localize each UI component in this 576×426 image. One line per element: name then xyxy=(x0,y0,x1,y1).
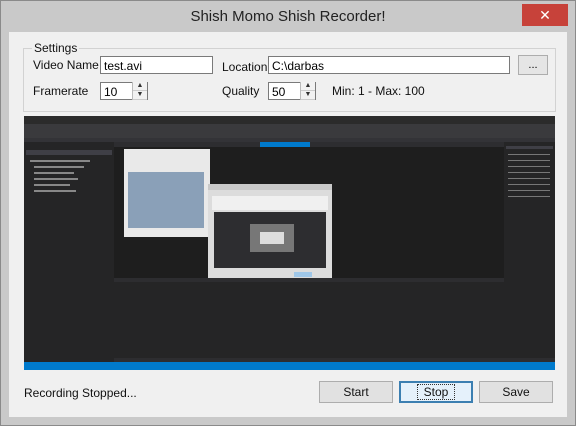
browse-button[interactable]: ... xyxy=(518,55,548,75)
framerate-stepper[interactable]: 10 ▲ ▼ xyxy=(100,82,148,100)
start-button[interactable]: Start xyxy=(319,381,393,403)
video-name-input[interactable]: test.avi xyxy=(100,56,213,74)
quality-value: 50 xyxy=(272,85,286,99)
preview-image xyxy=(24,116,555,370)
status-text: Recording Stopped... xyxy=(24,386,137,400)
location-label: Location xyxy=(222,60,268,74)
recorder-window: Shish Momo Shish Recorder! ✕ Settings Vi… xyxy=(0,0,576,426)
stop-button[interactable]: Stop xyxy=(399,381,473,403)
save-button[interactable]: Save xyxy=(479,381,553,403)
window-title: Shish Momo Shish Recorder! xyxy=(190,8,386,25)
close-icon[interactable]: ✕ xyxy=(522,4,568,26)
quality-stepper[interactable]: 50 ▲ ▼ xyxy=(268,82,316,100)
quality-label: Quality xyxy=(222,84,260,98)
client-area: Settings Video Name test.avi Location C:… xyxy=(9,32,567,417)
framerate-label: Framerate xyxy=(33,84,89,98)
framerate-value: 10 xyxy=(104,85,118,99)
quality-range-text: Min: 1 - Max: 100 xyxy=(332,84,425,98)
spin-down-icon[interactable]: ▼ xyxy=(133,91,147,100)
title-bar[interactable]: Shish Momo Shish Recorder! ✕ xyxy=(1,1,575,32)
framerate-spin[interactable]: ▲ ▼ xyxy=(132,82,147,100)
video-name-label: Video Name xyxy=(33,58,99,72)
settings-group-label: Settings xyxy=(32,41,80,55)
settings-group: Settings Video Name test.avi Location C:… xyxy=(23,41,556,112)
spin-down-icon[interactable]: ▼ xyxy=(301,91,315,100)
spin-up-icon[interactable]: ▲ xyxy=(301,82,315,91)
quality-spin[interactable]: ▲ ▼ xyxy=(300,82,315,100)
location-input[interactable]: C:\darbas xyxy=(268,56,510,74)
screen-preview xyxy=(24,116,555,370)
stop-button-label: Stop xyxy=(416,384,456,400)
spin-up-icon[interactable]: ▲ xyxy=(133,82,147,91)
